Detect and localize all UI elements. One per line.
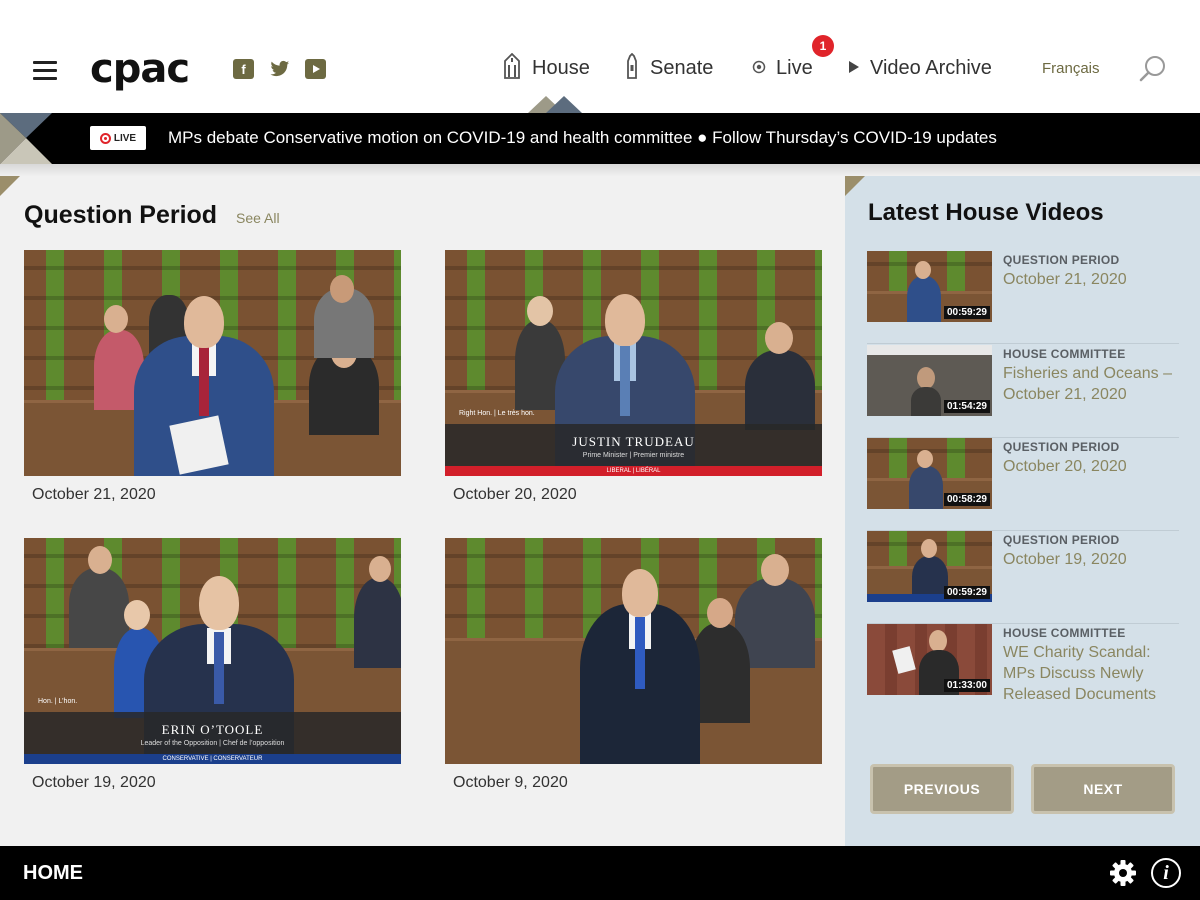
sidebar-title: Latest House Videos xyxy=(868,199,1104,226)
senate-tower-icon xyxy=(624,52,640,84)
caption-role: Prime Minister | Premier ministre xyxy=(582,452,685,459)
live-badge[interactable]: LIVE xyxy=(90,126,146,150)
next-button[interactable]: NEXT xyxy=(1031,764,1175,814)
play-icon xyxy=(848,58,860,79)
live-radio-icon xyxy=(752,58,766,79)
language-toggle[interactable]: Français xyxy=(1042,60,1100,77)
video-category: Question Period xyxy=(1003,253,1120,267)
cpac-logo[interactable]: cpac xyxy=(90,45,190,93)
live-dot-icon xyxy=(99,132,111,144)
video-thumbnail xyxy=(24,250,401,476)
sidebar-video-item[interactable]: 00:59:29 Question Period October 21, 202… xyxy=(867,251,1179,344)
video-title: Fisheries and Oceans – October 21, 2020 xyxy=(1003,365,1172,403)
video-card[interactable]: October 21, 2020 xyxy=(24,250,401,504)
twitter-icon[interactable] xyxy=(269,59,290,79)
video-thumbnail: 00:58:29 xyxy=(867,438,992,509)
nav-video-archive[interactable]: Video Archive xyxy=(848,53,992,83)
video-date: October 19, 2020 xyxy=(32,774,156,791)
video-duration: 00:58:29 xyxy=(943,493,990,506)
video-caption: Hon. | L’hon. ERIN O’TOOLE Leader of the… xyxy=(24,698,401,764)
video-category: Question Period xyxy=(1003,533,1120,547)
sidebar-video-item[interactable]: 01:33:00 House Committee WE Charity Scan… xyxy=(867,624,1179,717)
video-card[interactable]: October 9, 2020 xyxy=(445,538,822,792)
search-icon[interactable] xyxy=(1138,54,1168,84)
nav-senate-label: Senate xyxy=(650,56,714,79)
info-icon[interactable]: i xyxy=(1151,858,1181,888)
caption-party: LIBERAL | LIBÉRAL xyxy=(445,466,822,476)
latest-videos-sidebar: Latest House Videos 00:59:29 Question Pe… xyxy=(845,176,1200,846)
video-category: House Committee xyxy=(1003,347,1126,361)
bottom-bar: HOME i xyxy=(0,846,1200,900)
ticker-shadow xyxy=(0,164,1200,176)
corner-accent xyxy=(0,176,20,196)
caption-name: ERIN O’TOOLE xyxy=(161,722,264,737)
caption-party: CONSERVATIVE | CONSERVATEUR xyxy=(24,754,401,764)
live-count-badge: 1 xyxy=(812,35,834,57)
video-duration: 01:33:00 xyxy=(943,679,990,692)
sidebar-video-item[interactable]: 00:59:29 Question Period October 19, 202… xyxy=(867,531,1179,624)
video-thumbnail: 00:59:29 xyxy=(867,531,992,602)
video-title: October 21, 2020 xyxy=(1003,271,1127,288)
home-link[interactable]: HOME xyxy=(23,862,83,885)
nav-house[interactable]: House xyxy=(502,52,590,84)
caption-honorific: Hon. | L’hon. xyxy=(38,698,78,705)
question-period-section: Question Period See All October 21, 2020 xyxy=(0,176,845,846)
menu-icon[interactable] xyxy=(33,61,57,81)
video-title: October 19, 2020 xyxy=(1003,551,1127,568)
sidebar-video-item[interactable]: 00:58:29 Question Period October 20, 202… xyxy=(867,438,1179,531)
video-caption: Right Hon. | Le très hon. JUSTIN TRUDEAU… xyxy=(445,410,822,476)
video-duration: 01:54:29 xyxy=(943,400,990,413)
corner-accent xyxy=(845,176,865,196)
section-title: Question Period xyxy=(24,201,218,229)
video-thumbnail: 01:54:29 xyxy=(867,345,992,416)
active-nav-indicator-shade xyxy=(546,96,582,113)
nav-live[interactable]: Live xyxy=(752,53,813,83)
video-category: House Committee xyxy=(1003,626,1126,640)
video-thumbnail: Hon. | L’hon. ERIN O’TOOLE Leader of the… xyxy=(24,538,401,764)
nav-senate[interactable]: Senate xyxy=(624,52,714,84)
site-header: cpac f House Senate Live 1 Video Archive… xyxy=(0,0,1200,113)
video-card[interactable]: Hon. | L’hon. ERIN O’TOOLE Leader of the… xyxy=(24,538,401,792)
nav-house-label: House xyxy=(532,56,590,79)
live-badge-label: LIVE xyxy=(113,132,137,144)
video-thumbnail: 01:33:00 xyxy=(867,624,992,695)
nav-live-label: Live xyxy=(776,56,813,79)
caption-name: JUSTIN TRUDEAU xyxy=(572,434,695,449)
caption-honorific: Right Hon. | Le très hon. xyxy=(459,410,535,417)
video-category: Question Period xyxy=(1003,440,1120,454)
video-thumbnail: 00:59:29 xyxy=(867,251,992,322)
video-thumbnail xyxy=(445,538,822,764)
ticker-headline[interactable]: MPs debate Conservative motion on COVID-… xyxy=(168,128,997,148)
previous-button[interactable]: PREVIOUS xyxy=(870,764,1014,814)
video-date: October 9, 2020 xyxy=(453,774,568,791)
video-duration: 00:59:29 xyxy=(943,306,990,319)
video-duration: 00:59:29 xyxy=(943,586,990,599)
video-title: WE Charity Scandal: MPs Discuss Newly Re… xyxy=(1003,644,1156,703)
video-date: October 20, 2020 xyxy=(453,486,577,503)
see-all-link[interactable]: See All xyxy=(236,210,280,226)
video-thumbnail: Right Hon. | Le très hon. JUSTIN TRUDEAU… xyxy=(445,250,822,476)
video-title: October 20, 2020 xyxy=(1003,458,1127,475)
video-date: October 21, 2020 xyxy=(32,486,156,503)
social-links: f xyxy=(233,59,326,79)
video-card[interactable]: Right Hon. | Le très hon. JUSTIN TRUDEAU… xyxy=(445,250,822,504)
sidebar-video-item[interactable]: 01:54:29 House Committee Fisheries and O… xyxy=(867,345,1179,438)
live-ticker: LIVE MPs debate Conservative motion on C… xyxy=(0,113,1200,164)
facebook-icon[interactable]: f xyxy=(233,59,254,79)
youtube-icon[interactable] xyxy=(305,59,326,79)
gear-icon[interactable] xyxy=(1108,858,1138,888)
parliament-icon xyxy=(502,52,522,84)
ticker-decoration xyxy=(0,113,52,164)
nav-video-archive-label: Video Archive xyxy=(870,56,992,79)
caption-role: Leader of the Opposition | Chef de l’opp… xyxy=(140,740,285,747)
